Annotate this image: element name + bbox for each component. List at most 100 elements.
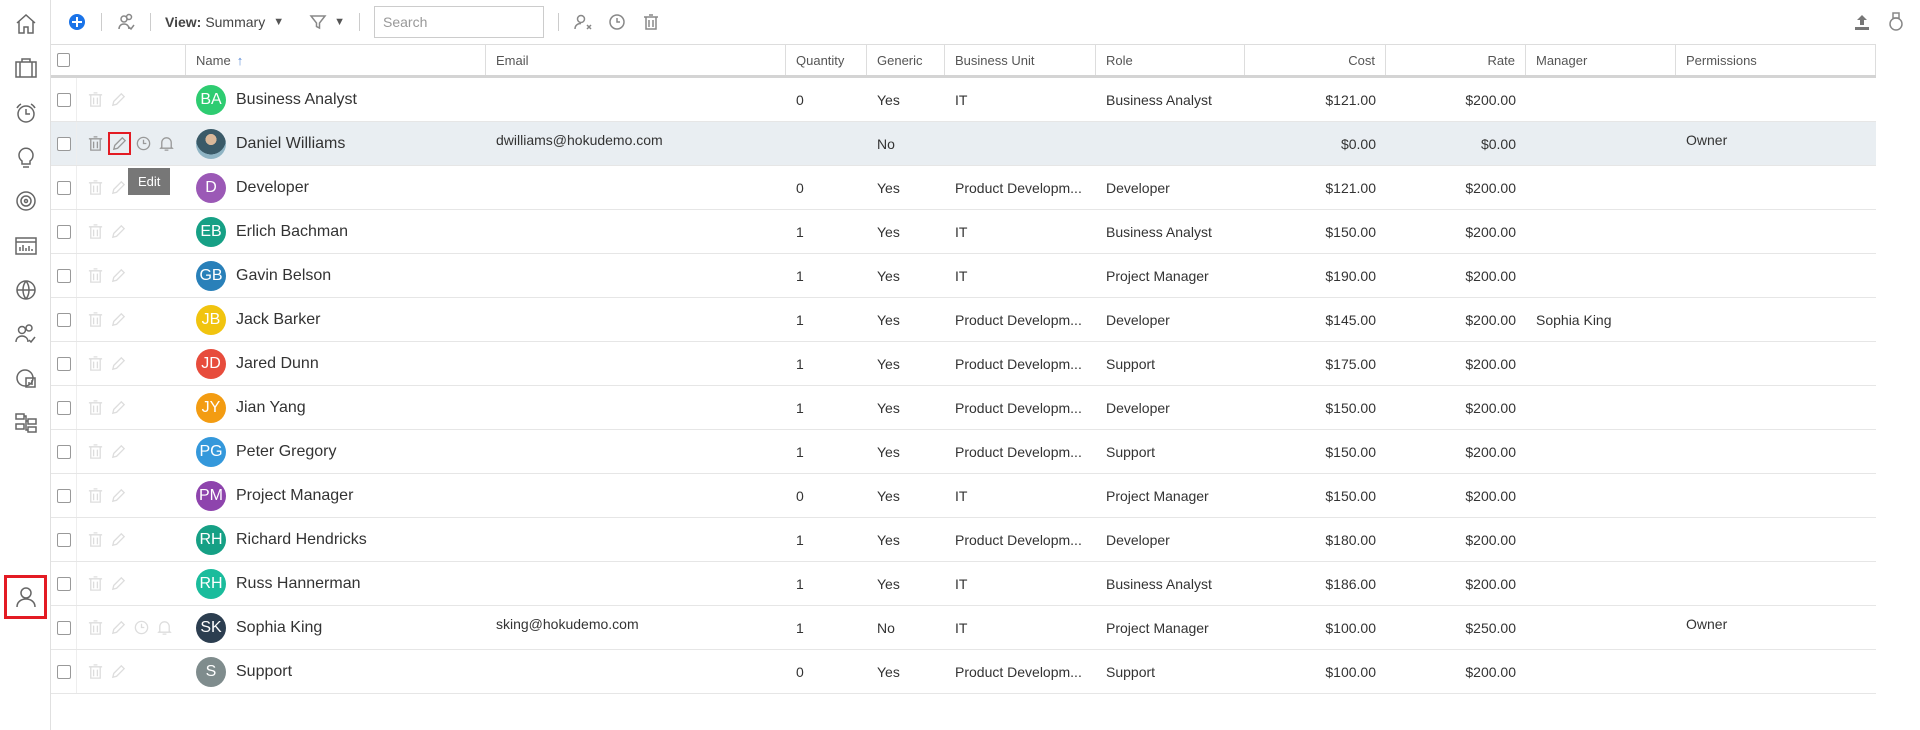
column-header-qty[interactable]: Quantity [786, 45, 867, 75]
pencil-icon[interactable] [110, 487, 127, 504]
add-button[interactable] [67, 12, 87, 32]
column-header-manager[interactable]: Manager [1526, 45, 1676, 75]
pencil-icon[interactable] [110, 443, 127, 460]
table-row[interactable]: EB Erlich Bachman 1 Yes IT Business Analyst $1… [51, 210, 1876, 254]
trash-icon[interactable] [87, 531, 104, 548]
column-header-cost[interactable]: Cost [1245, 45, 1386, 75]
row-checkbox[interactable] [57, 620, 71, 635]
table-row[interactable]: PG Peter Gregory 1 Yes Product Developm... Su… [51, 430, 1876, 474]
row-checkbox[interactable] [57, 664, 71, 679]
table-row[interactable]: JY Jian Yang 1 Yes Product Developm... Develo… [51, 386, 1876, 430]
trash-icon[interactable] [87, 355, 104, 372]
pencil-icon[interactable] [110, 267, 127, 284]
sidebar-item-chart[interactable] [4, 224, 47, 268]
column-header-role[interactable]: Role [1096, 45, 1245, 75]
row-checkbox[interactable] [57, 356, 71, 371]
table-row[interactable]: RH Russ Hannerman 1 Yes IT Business Analyst $1… [51, 562, 1876, 606]
sidebar-item-report[interactable] [4, 356, 47, 400]
clock-icon[interactable] [133, 619, 150, 636]
bell-icon[interactable] [158, 135, 175, 152]
column-header-email[interactable]: Email [486, 45, 786, 75]
filter-dropdown[interactable]: ▼ [308, 12, 345, 32]
row-checkbox[interactable] [57, 136, 71, 151]
row-checkbox[interactable] [57, 488, 71, 503]
pencil-icon[interactable] [110, 399, 127, 416]
bell-icon[interactable] [156, 619, 173, 636]
sidebar-item-home[interactable] [4, 2, 47, 46]
pencil-icon[interactable] [110, 179, 127, 196]
column-header-bu[interactable]: Business Unit [945, 45, 1096, 75]
sidebar-item-user[interactable] [4, 575, 47, 619]
row-checkbox[interactable] [57, 92, 71, 107]
table-row[interactable]: JB Jack Barker 1 Yes Product Developm... Deve… [51, 298, 1876, 342]
trash-icon[interactable] [87, 179, 104, 196]
trash-icon[interactable] [87, 575, 104, 592]
trash-icon[interactable] [87, 135, 104, 152]
table-row[interactable]: D Developer 0 Yes Product Developm... Develop… [51, 166, 1876, 210]
trash-icon[interactable] [87, 619, 104, 636]
row-checkbox[interactable] [57, 268, 71, 283]
table-row[interactable]: BA Business Analyst 0 Yes IT Business Analyst… [51, 78, 1876, 122]
sidebar-item-globe[interactable] [4, 268, 47, 312]
delete-button[interactable] [641, 12, 661, 32]
name-cell[interactable]: BA Business Analyst [186, 84, 486, 115]
sidebar-item-hierarchy[interactable] [4, 401, 47, 445]
column-header-generic[interactable]: Generic [867, 45, 945, 75]
pencil-icon[interactable] [110, 311, 127, 328]
row-checkbox[interactable] [57, 576, 71, 591]
name-cell[interactable]: JD Jared Dunn [186, 348, 486, 379]
table-row[interactable]: JD Jared Dunn 1 Yes Product Developm... Suppo… [51, 342, 1876, 386]
select-all-checkbox[interactable] [57, 53, 70, 67]
name-cell[interactable]: PG Peter Gregory [186, 436, 486, 467]
trash-icon[interactable] [87, 443, 104, 460]
table-row[interactable]: S Support 0 Yes Product Developm... Support $1… [51, 650, 1876, 694]
pencil-icon[interactable] [111, 135, 128, 152]
table-row[interactable]: PM Project Manager 0 Yes IT Project Manager $1… [51, 474, 1876, 518]
sidebar-item-timer[interactable] [4, 91, 47, 135]
export-button[interactable] [1852, 12, 1872, 32]
trash-icon[interactable] [87, 399, 104, 416]
table-row[interactable]: GB Gavin Belson 1 Yes IT Project Manager $190.… [51, 254, 1876, 298]
column-header-rate[interactable]: Rate [1386, 45, 1526, 75]
pencil-icon[interactable] [110, 575, 127, 592]
pencil-icon[interactable] [110, 355, 127, 372]
row-checkbox[interactable] [57, 180, 71, 195]
view-dropdown[interactable]: View: Summary ▼ [165, 14, 284, 30]
sidebar-item-lightbulb[interactable] [4, 135, 47, 179]
trash-icon[interactable] [87, 91, 104, 108]
table-row[interactable]: RH Richard Hendricks 1 Yes Product Developm.… [51, 518, 1876, 562]
table-row[interactable]: SK Sophia King sking@hokudemo.com 1 No IT Proj… [51, 606, 1876, 650]
name-cell[interactable]: S Support [186, 656, 486, 687]
column-header-name[interactable]: Name ↑ [186, 45, 486, 75]
row-checkbox[interactable] [57, 532, 71, 547]
name-cell[interactable]: JB Jack Barker [186, 304, 486, 335]
trash-icon[interactable] [87, 267, 104, 284]
history-button[interactable] [607, 12, 627, 32]
clock-icon[interactable] [135, 135, 152, 152]
refresh-button[interactable] [1886, 12, 1906, 32]
sidebar-item-briefcase[interactable] [4, 46, 47, 90]
row-checkbox[interactable] [57, 444, 71, 459]
pencil-icon[interactable] [110, 531, 127, 548]
trash-icon[interactable] [87, 487, 104, 504]
name-cell[interactable]: RH Russ Hannerman [186, 568, 486, 599]
row-checkbox[interactable] [57, 312, 71, 327]
row-checkbox[interactable] [57, 400, 71, 415]
trash-icon[interactable] [87, 223, 104, 240]
name-cell[interactable]: GB Gavin Belson [186, 260, 486, 291]
sidebar-item-target[interactable] [4, 179, 47, 223]
pencil-icon[interactable] [110, 663, 127, 680]
assign-users-button[interactable] [116, 12, 136, 32]
column-header-perm[interactable]: Permissions [1676, 45, 1876, 75]
name-cell[interactable]: D Developer [186, 172, 486, 203]
remove-user-button[interactable] [573, 12, 593, 32]
name-cell[interactable]: RH Richard Hendricks [186, 524, 486, 555]
trash-icon[interactable] [87, 311, 104, 328]
trash-icon[interactable] [87, 663, 104, 680]
name-cell[interactable]: Daniel Williams [186, 128, 486, 159]
table-row[interactable]: Daniel Williams dwilliams@hokudemo.com No $… [51, 122, 1876, 166]
sidebar-item-people-check[interactable] [4, 312, 47, 356]
row-checkbox[interactable] [57, 224, 71, 239]
name-cell[interactable]: PM Project Manager [186, 480, 486, 511]
search-input[interactable] [374, 6, 544, 38]
